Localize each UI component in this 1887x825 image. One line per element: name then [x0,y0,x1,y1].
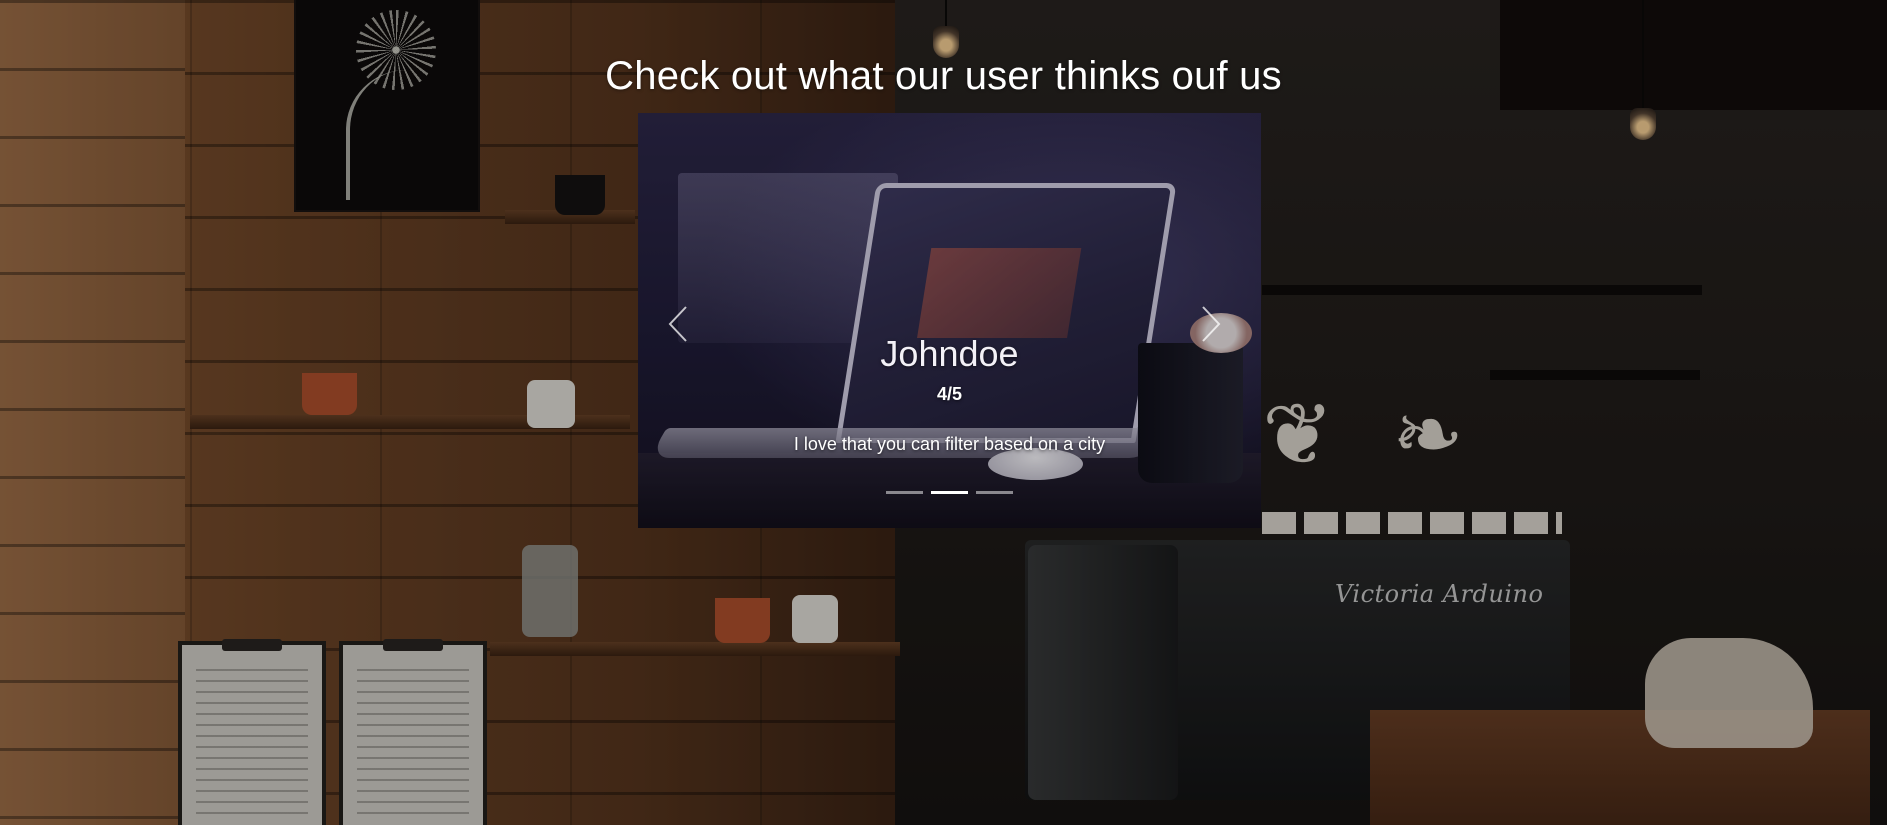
carousel-indicators [638,491,1261,494]
testimonials-section: ❦ ❧ Victoria Arduino Check out what our … [0,0,1887,825]
slide-background-image [638,113,1261,528]
carousel-indicator-3[interactable] [976,491,1013,494]
carousel-indicator-2[interactable] [931,491,968,494]
review-text: I love that you can filter based on a ci… [793,434,1106,454]
section-title: Check out what our user thinks ouf us [605,54,1282,98]
review-rating: 4/5 [936,384,963,404]
testimonial-carousel: Johndoe 4/5 I love that you can filter b… [638,113,1261,528]
carousel-indicator-1[interactable] [886,491,923,494]
reviewer-name: Johndoe [880,333,1019,374]
